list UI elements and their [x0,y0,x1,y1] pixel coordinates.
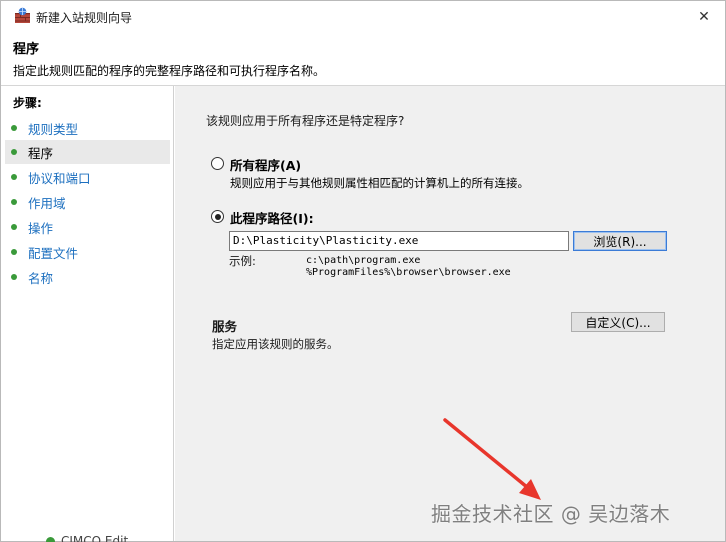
close-button[interactable]: ✕ [683,1,725,32]
program-path-radio[interactable] [211,210,224,223]
services-description: 指定应用该规则的服务。 [212,337,339,351]
step-label: 名称 [28,270,54,286]
close-icon: ✕ [698,8,710,25]
example-path-1: c:\path\program.exe [306,255,421,266]
background-app-label: CIMCO Edit [61,534,129,542]
step-bullet-icon [11,199,17,205]
firewall-icon [15,7,30,23]
title-bar[interactable]: 新建入站规则向导 ✕ [1,1,725,32]
all-programs-label[interactable]: 所有程序(A) [230,155,301,174]
page-description: 指定此规则匹配的程序的完整程序路径和可执行程序名称。 [13,64,326,78]
red-arrow-icon [443,418,541,500]
scope-question: 该规则应用于所有程序还是特定程序? [206,114,405,128]
window-title: 新建入站规则向导 [36,11,133,25]
wizard-header: 程序 指定此规则匹配的程序的完整程序路径和可执行程序名称。 [1,32,725,85]
background-taskbar-item: CIMCO Edit [46,534,128,542]
example-label: 示例: [229,254,256,268]
step-label: 规则类型 [28,121,79,137]
page-title: 程序 [13,42,40,57]
customize-button[interactable]: 自定义(C)... [571,312,665,332]
services-heading: 服务 [212,319,238,334]
step-bullet-icon [11,174,17,180]
step-label: 操作 [28,220,54,236]
watermark: 掘金技术社区 @ 吴边落木 [431,502,671,526]
steps-heading: 步骤: [13,96,42,110]
step-bullet-icon [11,274,17,280]
step-scope[interactable]: 作用域 [5,190,170,214]
step-action[interactable]: 操作 [5,215,170,239]
program-path-input[interactable]: D:\Plasticity\Plasticity.exe [229,231,569,251]
all-programs-description: 规则应用于与其他规则属性相匹配的计算机上的所有连接。 [230,176,529,190]
step-profile[interactable]: 配置文件 [5,240,170,264]
step-bullet-icon [11,149,17,155]
step-label: 作用域 [28,195,66,211]
steps-sidebar: 步骤: 规则类型 程序 协议和端口 作用域 操作 配置文件 名称 [1,86,174,541]
example-path-2: %ProgramFiles%\browser\browser.exe [306,267,511,278]
browse-button[interactable]: 浏览(R)... [573,231,667,251]
step-name[interactable]: 名称 [5,265,170,289]
wizard-window: 新建入站规则向导 ✕ 程序 指定此规则匹配的程序的完整程序路径和可执行程序名称。… [0,0,726,542]
app-icon [46,537,55,542]
step-bullet-icon [11,249,17,255]
step-label: 协议和端口 [28,170,91,186]
all-programs-radio[interactable] [211,157,224,170]
step-rule-type[interactable]: 规则类型 [5,116,170,140]
step-protocol-ports[interactable]: 协议和端口 [5,165,170,189]
step-label: 配置文件 [28,245,79,261]
step-program[interactable]: 程序 [5,140,170,164]
step-label: 程序 [28,145,54,161]
program-path-label[interactable]: 此程序路径(I): [230,208,314,227]
step-bullet-icon [11,224,17,230]
step-bullet-icon [11,125,17,131]
